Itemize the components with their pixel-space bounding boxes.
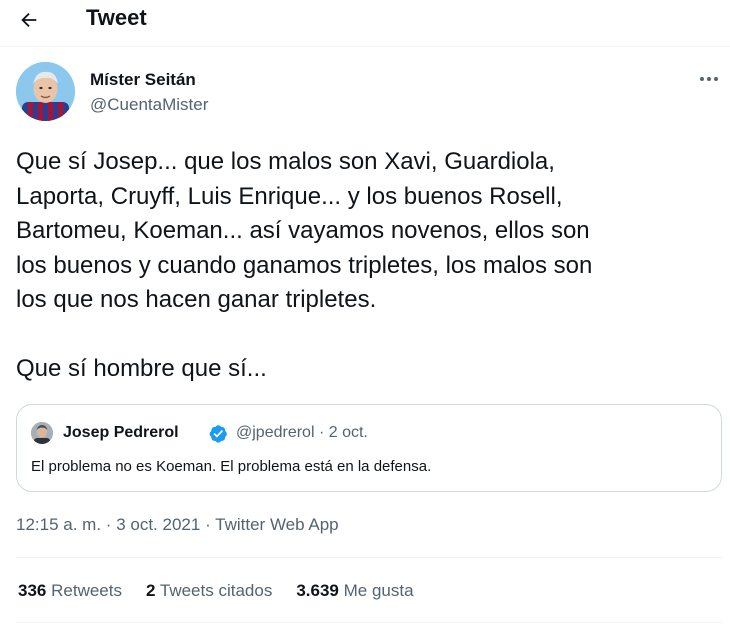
- likes-stat[interactable]: 3.639 Me gusta: [296, 580, 413, 602]
- verified-badge-icon: [209, 425, 227, 443]
- page-header: Tweet: [0, 0, 730, 46]
- quote-tweets-count: 2: [145, 581, 156, 600]
- page-title: Tweet: [86, 5, 147, 30]
- stats-divider-top: [16, 557, 722, 558]
- more-options-button[interactable]: [694, 66, 724, 92]
- author-handle[interactable]: @CuentaMister: [90, 95, 208, 115]
- tweet-timestamp: 12:15 a. m. · 3 oct. 2021 · Twitter Web …: [16, 514, 339, 536]
- author-display-name[interactable]: Míster Seitán: [90, 70, 196, 90]
- quote-meta: @jpedrerol · 2 oct.: [236, 423, 368, 443]
- quoted-tweet-card[interactable]: Josep Pedrerol @jpedrerol · 2 oct. El pr…: [16, 404, 722, 492]
- timestamp-separator: ·: [205, 515, 211, 534]
- timestamp-separator: ·: [105, 515, 112, 534]
- header-divider: [0, 46, 730, 47]
- quote-display-name: Josep Pedrerol: [63, 424, 179, 441]
- likes-count: 3.639: [296, 581, 339, 600]
- back-button[interactable]: [12, 3, 46, 37]
- retweets-label: Retweets: [51, 581, 122, 600]
- arrow-left-icon: [21, 12, 37, 28]
- likes-label: Me gusta: [343, 581, 414, 600]
- avatar[interactable]: [16, 62, 75, 121]
- timestamp-time[interactable]: 12:15 a. m.: [16, 515, 101, 534]
- quote-tweets-label: Tweets citados: [159, 581, 273, 600]
- quote-handle: @jpedrerol: [236, 424, 315, 441]
- engagement-stats: 336 Retweets 2 Tweets citados 3.639 Me g…: [18, 580, 438, 602]
- avatar-image: [16, 62, 75, 121]
- stats-divider-bottom: [16, 622, 722, 623]
- more-horizontal-icon: [700, 77, 718, 81]
- retweets-count: 336: [18, 581, 47, 600]
- quote-avatar-image: [31, 422, 53, 444]
- retweets-stat[interactable]: 336 Retweets: [18, 580, 122, 602]
- timestamp-date[interactable]: 3 oct. 2021: [116, 515, 200, 534]
- tweet-text: Que sí Josep... que los malos son Xavi, …: [16, 148, 593, 382]
- quote-separator: ·: [318, 424, 325, 441]
- quote-tweets-stat[interactable]: 2 Tweets citados: [146, 580, 272, 602]
- quote-date: 2 oct.: [328, 424, 368, 441]
- quote-text: El problema no es Koeman. El problema es…: [31, 458, 432, 475]
- quote-avatar: [31, 422, 53, 444]
- tweet-source-link[interactable]: Twitter Web App: [215, 515, 338, 534]
